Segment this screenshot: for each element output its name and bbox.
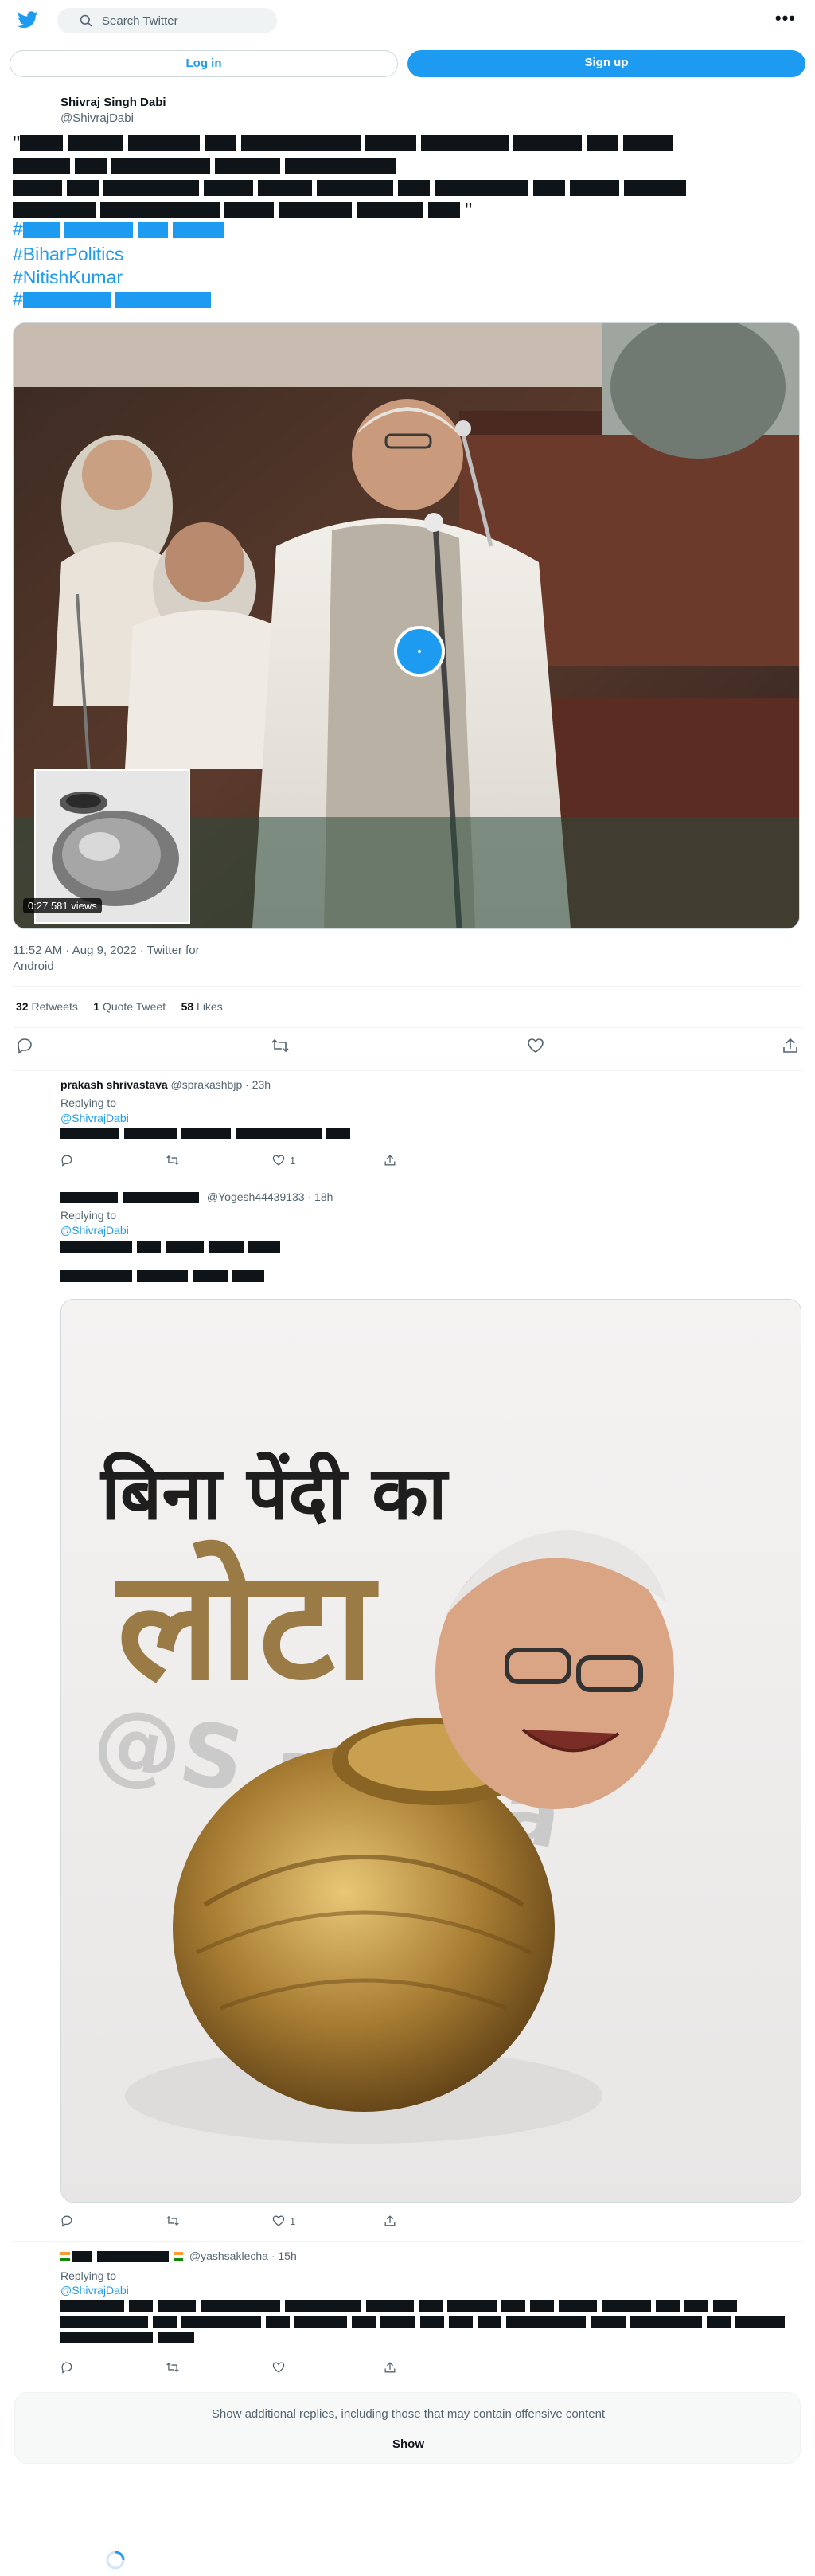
reply-icon[interactable] bbox=[60, 1154, 73, 1167]
search-icon bbox=[80, 14, 92, 27]
replying-to-label: Replying to bbox=[60, 1096, 117, 1109]
share-icon[interactable] bbox=[384, 2214, 396, 2227]
divider bbox=[13, 2241, 802, 2242]
video-duration: 0:27 bbox=[28, 900, 49, 912]
likes-stat[interactable]: 58 Likes bbox=[181, 1000, 223, 1013]
play-icon bbox=[418, 650, 421, 653]
image-word: लोटा bbox=[115, 1538, 379, 1714]
share-icon[interactable] bbox=[384, 2361, 396, 2374]
search-placeholder: Search Twitter bbox=[102, 14, 178, 28]
signup-button[interactable]: Sign up bbox=[408, 50, 805, 77]
show-button[interactable]: Show bbox=[15, 2437, 801, 2451]
twitter-logo-icon[interactable] bbox=[18, 11, 38, 29]
reply-time[interactable]: · 15h bbox=[271, 2250, 297, 2262]
reply-author-handle[interactable]: @sprakashbjp bbox=[171, 1078, 243, 1091]
replying-to-handle[interactable]: @ShivrajDabi bbox=[60, 1112, 129, 1124]
reply-time[interactable]: · 23h bbox=[245, 1078, 271, 1091]
like-icon[interactable] bbox=[527, 1037, 544, 1054]
retweet-icon[interactable] bbox=[271, 1037, 290, 1054]
hashtag-bihar-politics[interactable]: #BiharPolitics bbox=[13, 244, 123, 265]
retweets-stat[interactable]: 32 Retweets bbox=[16, 1000, 78, 1013]
divider bbox=[13, 986, 802, 987]
reply-actions: 1 bbox=[60, 1154, 411, 1170]
hashtag-link[interactable]: # bbox=[13, 288, 216, 310]
reply-time[interactable]: · 18h bbox=[307, 1190, 333, 1203]
like-count: 1 bbox=[290, 2214, 296, 2227]
tweet-video[interactable]: 0:27 581 views bbox=[13, 322, 800, 929]
reply-text bbox=[60, 1239, 285, 1253]
tweet-text-line bbox=[13, 153, 801, 175]
like-icon[interactable] bbox=[272, 2361, 285, 2374]
reply-author-name[interactable]: prakash shrivastava bbox=[60, 1078, 168, 1091]
reply-actions bbox=[60, 2361, 411, 2377]
reply-icon[interactable] bbox=[60, 2361, 73, 2374]
reply-header: @yashsaklecha · 15h bbox=[60, 2250, 297, 2263]
like-icon bbox=[272, 2215, 285, 2226]
replying-to-label: Replying to bbox=[60, 2269, 117, 2282]
tweet-actions bbox=[0, 1037, 815, 1061]
lota-meme-image: बिना पेंदी का लोटा @S ashaa bbox=[61, 1300, 801, 2202]
additional-replies-box: Show additional replies, including those… bbox=[14, 2392, 801, 2464]
retweet-icon[interactable] bbox=[166, 2361, 180, 2374]
reply-author-handle[interactable]: @Yogesh44439133 bbox=[207, 1190, 305, 1203]
reply-image[interactable]: बिना पेंदी का लोटा @S ashaa bbox=[60, 1299, 801, 2203]
quotes-stat[interactable]: 1 Quote Tweet bbox=[93, 1000, 166, 1013]
reply-icon[interactable] bbox=[16, 1037, 33, 1054]
retweet-icon[interactable] bbox=[166, 1154, 180, 1167]
share-icon[interactable] bbox=[782, 1037, 799, 1054]
reply-header: @Yogesh44439133 · 18h bbox=[60, 1190, 333, 1204]
video-views: 581 views bbox=[50, 900, 97, 912]
reply-text bbox=[60, 1268, 269, 1282]
loading-spinner-icon bbox=[106, 2551, 125, 2570]
flag-icon bbox=[60, 2252, 70, 2262]
hashtag-nitish-kumar[interactable]: #NitishKumar bbox=[13, 267, 123, 288]
tweet-text: " " bbox=[13, 131, 801, 221]
tweet-stats: 32 Retweets 1 Quote Tweet 58 Likes bbox=[16, 1000, 223, 1013]
tweet-text-line bbox=[13, 175, 801, 197]
author-handle[interactable]: @ShivrajDabi bbox=[60, 111, 134, 125]
search-box[interactable]: Search Twitter bbox=[57, 8, 277, 33]
tweet-text-line: " bbox=[13, 131, 801, 154]
author-name[interactable]: Shivraj Singh Dabi bbox=[60, 96, 166, 109]
more-options-icon[interactable]: ••• bbox=[775, 8, 796, 29]
like-count: 1 bbox=[290, 1154, 296, 1167]
hashtag-link[interactable]: # bbox=[13, 218, 228, 240]
play-button[interactable] bbox=[394, 626, 445, 677]
like-button[interactable]: 1 bbox=[272, 1154, 295, 1167]
reply-text bbox=[60, 1126, 355, 1139]
top-bar: Search Twitter ••• bbox=[0, 0, 815, 41]
tweet-timestamp[interactable]: 11:52 AM · Aug 9, 2022 · Twitter for And… bbox=[13, 943, 220, 975]
like-button[interactable]: 1 bbox=[272, 2214, 295, 2227]
divider bbox=[13, 1027, 802, 1028]
login-button[interactable]: Log in bbox=[10, 50, 398, 77]
reply-header: prakash shrivastava @sprakashbjp · 23h bbox=[60, 1078, 271, 1091]
share-icon[interactable] bbox=[384, 1154, 396, 1167]
reply-text bbox=[60, 2298, 801, 2346]
reply-actions: 1 bbox=[60, 2214, 411, 2230]
replying-to-label: Replying to bbox=[60, 1209, 117, 1222]
retweet-icon[interactable] bbox=[166, 2214, 180, 2227]
reply-icon[interactable] bbox=[60, 2214, 73, 2227]
replying-to-handle[interactable]: @ShivrajDabi bbox=[60, 2284, 129, 2297]
reply-author-handle[interactable]: @yashsaklecha bbox=[189, 2250, 268, 2262]
divider bbox=[13, 1070, 802, 1071]
tweet-text-line: " bbox=[13, 197, 801, 221]
like-icon bbox=[272, 1155, 285, 1166]
replying-to-handle[interactable]: @ShivrajDabi bbox=[60, 1224, 129, 1237]
image-heading: बिना पेंदी का bbox=[99, 1451, 450, 1536]
video-info-badge: 0:27 581 views bbox=[23, 898, 102, 913]
additional-replies-text: Show additional replies, including those… bbox=[211, 2407, 606, 2421]
flag-icon bbox=[174, 2252, 183, 2262]
